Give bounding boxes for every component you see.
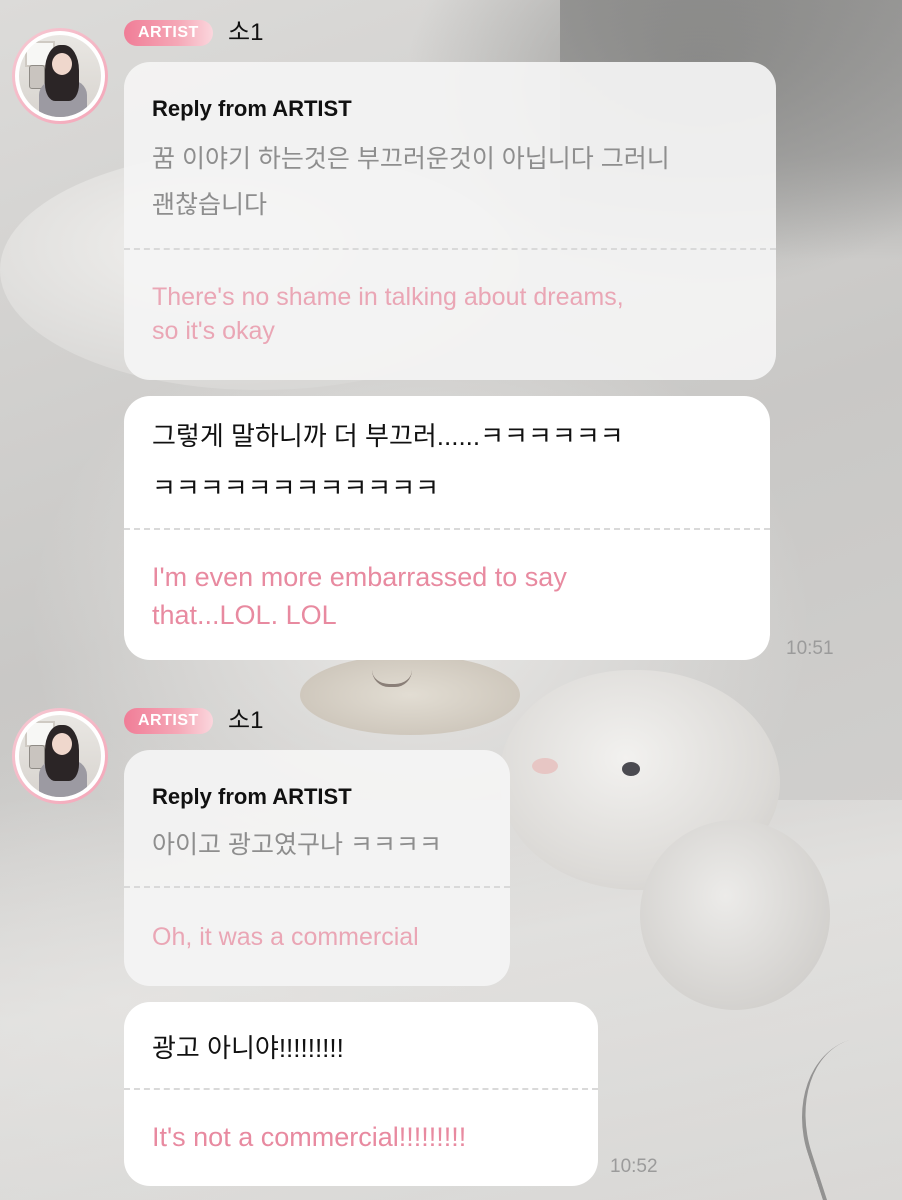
message-timestamp: 10:52 bbox=[610, 1156, 658, 1177]
reply-heading: Reply from ARTIST bbox=[152, 784, 352, 809]
reply-translation-text: There's no shame in talking about dreams… bbox=[152, 283, 624, 345]
artist-badge: ARTIST bbox=[124, 708, 213, 734]
message-bubble[interactable]: 그렇게 말하니까 더 부끄러......ㅋㅋㅋㅋㅋㅋ ㅋㅋㅋㅋㅋㅋㅋㅋㅋㅋㅋㅋ … bbox=[124, 396, 770, 660]
divider bbox=[124, 886, 510, 888]
reply-original-text: 아이고 광고였구나 ㅋㅋㅋㅋ bbox=[152, 831, 442, 859]
avatar[interactable] bbox=[12, 708, 108, 804]
sender-name[interactable]: 소1 bbox=[228, 706, 263, 736]
sender-name[interactable]: 소1 bbox=[228, 18, 263, 48]
divider bbox=[124, 248, 776, 250]
artist-badge: ARTIST bbox=[124, 20, 213, 46]
message-text: 광고 아니야!!!!!!!!! bbox=[152, 1033, 344, 1063]
message-translation-text: I'm even more embarrassed to say that...… bbox=[152, 562, 567, 630]
reply-original-text: 꿈 이야기 하는것은 부끄러운것이 아닙니다 그러니 괜찮습니다 bbox=[152, 145, 670, 219]
reply-quote-bubble[interactable]: Reply from ARTIST 아이고 광고였구나 ㅋㅋㅋㅋ Oh, it … bbox=[124, 750, 510, 986]
divider bbox=[124, 1088, 598, 1090]
message-translation-text: It's not a commercial!!!!!!!!! bbox=[152, 1122, 467, 1152]
avatar[interactable] bbox=[12, 28, 108, 124]
message-text: 그렇게 말하니까 더 부끄러......ㅋㅋㅋㅋㅋㅋ ㅋㅋㅋㅋㅋㅋㅋㅋㅋㅋㅋㅋ bbox=[152, 421, 624, 503]
message-timestamp: 10:51 bbox=[786, 638, 834, 659]
reply-translation-text: Oh, it was a commercial bbox=[152, 923, 419, 951]
reply-quote-bubble[interactable]: Reply from ARTIST 꿈 이야기 하는것은 부끄러운것이 아닙니다… bbox=[124, 62, 776, 380]
message-bubble[interactable]: 광고 아니야!!!!!!!!! It's not a commercial!!!… bbox=[124, 1002, 598, 1186]
divider bbox=[124, 528, 770, 530]
reply-heading: Reply from ARTIST bbox=[152, 96, 352, 121]
